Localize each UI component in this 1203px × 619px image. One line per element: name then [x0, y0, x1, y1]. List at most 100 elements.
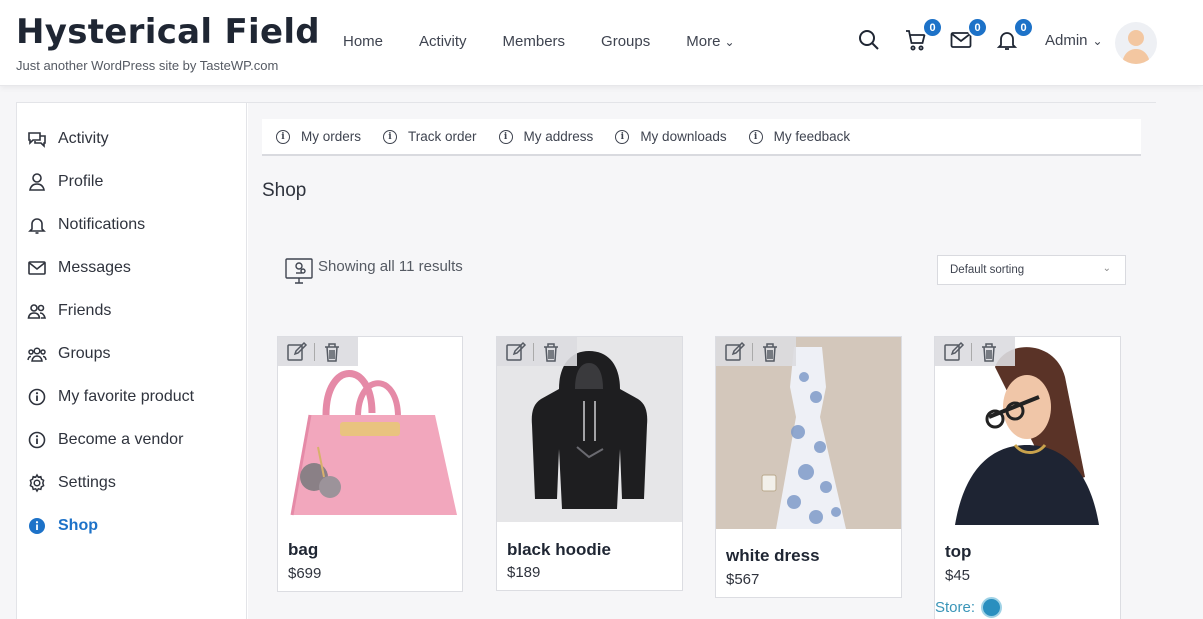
- info-icon: [27, 516, 47, 536]
- edit-icon[interactable]: [943, 341, 965, 363]
- sorting-select[interactable]: Default sorting ⌄: [937, 255, 1126, 285]
- chevron-down-icon: ⌄: [1102, 263, 1111, 274]
- nav-more-label: More: [686, 33, 721, 50]
- trash-icon[interactable]: [978, 341, 1000, 363]
- store-link[interactable]: Store:: [935, 597, 1003, 618]
- user-menu[interactable]: Admin ⌄: [1045, 32, 1103, 49]
- sidebar-item-label: Notifications: [58, 216, 146, 233]
- chat-icon: [27, 129, 47, 149]
- divider: [314, 342, 315, 361]
- info-icon: [27, 387, 47, 407]
- divider: [971, 342, 972, 361]
- product-card[interactable]: top $45: [934, 336, 1121, 619]
- messages-count-badge: 0: [967, 17, 988, 38]
- trash-icon[interactable]: [759, 341, 781, 363]
- sidebar-item-label: Shop: [58, 517, 98, 534]
- divider: [752, 342, 753, 361]
- cart-icon[interactable]: 0: [904, 17, 943, 54]
- tab-label: My address: [523, 129, 594, 144]
- groups-icon: [27, 344, 47, 364]
- mail-icon[interactable]: 0: [949, 17, 988, 54]
- product-name[interactable]: bag: [288, 540, 318, 560]
- monitor-icon: [284, 256, 314, 291]
- results-label: Showing all 11 results: [318, 258, 463, 275]
- sidebar-item-friends[interactable]: Friends: [27, 301, 111, 321]
- user-menu-label: Admin: [1045, 32, 1088, 49]
- info-icon: i: [748, 129, 763, 144]
- info-icon: i: [615, 129, 630, 144]
- site-title[interactable]: Hysterical Field: [16, 12, 320, 52]
- cart-count-badge: 0: [922, 17, 943, 38]
- edit-icon[interactable]: [724, 341, 746, 363]
- nav-groups[interactable]: Groups: [601, 33, 650, 50]
- tab-track-order[interactable]: i Track order: [383, 129, 477, 144]
- sidebar-item-settings[interactable]: Settings: [27, 473, 116, 493]
- gear-icon: [27, 473, 47, 493]
- sidebar-item-label: Profile: [58, 173, 104, 190]
- sidebar-item-messages[interactable]: Messages: [27, 258, 131, 278]
- sidebar-item-label: Settings: [58, 474, 116, 491]
- mail-icon: [27, 258, 47, 278]
- sidebar-item-label: My favorite product: [58, 388, 195, 405]
- bell-icon[interactable]: 0: [995, 17, 1034, 54]
- sidebar-item-profile[interactable]: Profile: [27, 172, 103, 192]
- product-card[interactable]: bag $699: [277, 336, 463, 592]
- nav-activity[interactable]: Activity: [419, 33, 467, 50]
- edit-icon[interactable]: [286, 341, 308, 363]
- product-name[interactable]: black hoodie: [507, 540, 611, 560]
- results-count: Showing all 11 results: [284, 256, 463, 291]
- card-tools: [278, 337, 358, 366]
- chevron-down-icon: ⌄: [1092, 33, 1103, 48]
- chevron-down-icon: ⌄: [724, 34, 735, 49]
- edit-icon[interactable]: [505, 341, 527, 363]
- product-price: $189: [507, 564, 541, 581]
- sidebar-item-become-a-vendor[interactable]: Become a vendor: [27, 430, 183, 450]
- nav-home[interactable]: Home: [343, 33, 383, 50]
- user-icon: [27, 172, 47, 192]
- sidebar-item-shop[interactable]: Shop: [27, 516, 98, 536]
- product-card[interactable]: black hoodie $189: [496, 336, 683, 591]
- sidebar-item-label: Groups: [58, 345, 111, 362]
- product-name[interactable]: white dress: [726, 546, 820, 566]
- nav-members[interactable]: Members: [503, 33, 566, 50]
- trash-icon[interactable]: [540, 341, 562, 363]
- store-label: Store:: [935, 599, 976, 616]
- tab-label: My orders: [301, 129, 362, 144]
- trash-icon[interactable]: [321, 341, 343, 363]
- sidebar-item-groups[interactable]: Groups: [27, 344, 110, 364]
- page-title: Shop: [262, 180, 307, 201]
- sidebar-item-activity[interactable]: Activity: [27, 129, 109, 149]
- tab-my-feedback[interactable]: i My feedback: [748, 129, 851, 144]
- sidebar-item-label: Messages: [58, 259, 131, 276]
- store-logo-icon[interactable]: [981, 597, 1003, 618]
- tab-my-downloads[interactable]: i My downloads: [615, 129, 727, 144]
- sidebar: Activity Profile Notifications Messages …: [17, 103, 247, 619]
- product-price: $567: [726, 571, 760, 588]
- main-nav: Home Activity Members Groups More ⌄: [343, 33, 771, 50]
- sidebar-item-label: Friends: [58, 302, 112, 319]
- card-tools: [716, 337, 796, 366]
- divider: [533, 342, 534, 361]
- sidebar-item-label: Become a vendor: [58, 431, 184, 448]
- card-tools: [497, 337, 577, 366]
- account-subtabs: i My orders i Track order i My address i My …: [262, 119, 1141, 156]
- tab-my-orders[interactable]: i My orders: [276, 129, 361, 144]
- product-name[interactable]: top: [945, 542, 971, 562]
- tab-label: My feedback: [773, 129, 851, 144]
- avatar[interactable]: [1115, 22, 1157, 64]
- sidebar-item-notifications[interactable]: Notifications: [27, 215, 145, 235]
- product-card[interactable]: white dress $567: [715, 336, 902, 598]
- tab-my-address[interactable]: i My address: [498, 129, 594, 144]
- site-header: Hysterical Field Just another WordPress …: [0, 0, 1203, 86]
- friends-icon: [27, 301, 47, 321]
- sidebar-item-my-favorite-product[interactable]: My favorite product: [27, 387, 194, 407]
- info-icon: i: [383, 129, 398, 144]
- card-tools: [935, 337, 1015, 366]
- nav-more[interactable]: More ⌄: [686, 33, 734, 50]
- sidebar-item-label: Activity: [58, 130, 109, 147]
- product-price: $45: [945, 567, 971, 584]
- bell-icon: [27, 215, 47, 235]
- info-icon: [27, 430, 47, 450]
- search-icon[interactable]: [857, 28, 883, 54]
- info-icon: i: [498, 129, 513, 144]
